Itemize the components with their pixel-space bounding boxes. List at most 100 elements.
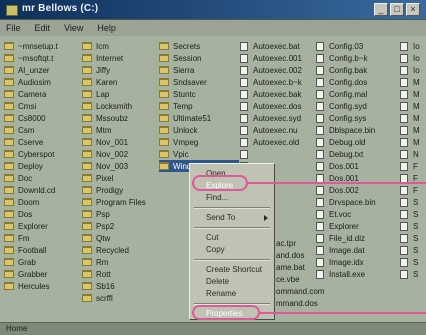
folder-item[interactable]: Nov_003	[82, 160, 158, 172]
folder-item[interactable]: Camera	[4, 88, 80, 100]
folder-item[interactable]: Recycled	[82, 244, 158, 256]
folder-item[interactable]: Icm	[82, 40, 158, 52]
file-item[interactable]: S	[400, 244, 426, 256]
context-menu-delete[interactable]: Delete	[190, 276, 274, 288]
folder-item[interactable]: Downld.cd	[4, 184, 80, 196]
folder-item[interactable]: Fm	[4, 232, 80, 244]
folder-item[interactable]: Doom	[4, 196, 80, 208]
file-item[interactable]: Image.idx	[316, 256, 398, 268]
minimize-button[interactable]: _	[374, 3, 388, 16]
folder-item[interactable]: ~mnsetup.t	[4, 40, 80, 52]
file-item[interactable]: M	[400, 136, 426, 148]
file-item[interactable]: Debug.txt	[316, 148, 398, 160]
context-menu-rename[interactable]: Rename	[190, 288, 274, 300]
folder-item[interactable]: Karen	[82, 76, 158, 88]
file-item[interactable]: Autoexec.bat	[240, 40, 314, 52]
file-item[interactable]: M	[400, 76, 426, 88]
folder-item[interactable]: Vpic	[159, 148, 239, 160]
folder-item[interactable]: Qtw	[82, 232, 158, 244]
folder-item[interactable]: Lap	[82, 88, 158, 100]
file-item[interactable]: S	[400, 196, 426, 208]
file-item[interactable]: Explorer	[316, 220, 398, 232]
file-item[interactable]: Dos.002	[316, 184, 398, 196]
context-menu-send-to[interactable]: Send To	[190, 212, 274, 224]
file-item[interactable]: Autoexec.nu	[240, 124, 314, 136]
folder-item[interactable]: Mssoubz	[82, 112, 158, 124]
folder-item[interactable]: Psp	[82, 208, 158, 220]
menu-view[interactable]: View	[64, 23, 83, 33]
folder-item[interactable]: Sb16	[82, 280, 158, 292]
file-item[interactable]: Config.dos	[316, 76, 398, 88]
file-item[interactable]: Drvspace.bin	[316, 196, 398, 208]
file-item[interactable]: Io	[400, 64, 426, 76]
file-item[interactable]: Autoexec.002	[240, 64, 314, 76]
file-item[interactable]: S	[400, 208, 426, 220]
folder-item[interactable]: Jiffy	[82, 64, 158, 76]
folder-item[interactable]: Ultimate51	[159, 112, 239, 124]
file-item[interactable]: Autoexec.b~k	[240, 76, 314, 88]
file-item[interactable]: M	[400, 88, 426, 100]
file-item[interactable]: Autoexec.001	[240, 52, 314, 64]
context-menu-find[interactable]: Find...	[190, 192, 274, 204]
context-menu-create-shortcut[interactable]: Create Shortcut	[190, 264, 274, 276]
folder-item[interactable]: Locksmith	[82, 100, 158, 112]
file-item[interactable]: File_id.diz	[316, 232, 398, 244]
folder-item[interactable]: Program Files	[82, 196, 158, 208]
folder-item[interactable]: Al_unzer	[4, 64, 80, 76]
context-menu-cut[interactable]: Cut	[190, 232, 274, 244]
folder-item[interactable]: Dos	[4, 208, 80, 220]
file-item[interactable]: Image.dat	[316, 244, 398, 256]
folder-item[interactable]: Secrets	[159, 40, 239, 52]
file-item[interactable]: S	[400, 220, 426, 232]
file-item[interactable]: Install.exe	[316, 268, 398, 280]
folder-item[interactable]: Grabber	[4, 268, 80, 280]
maximize-button[interactable]: □	[390, 3, 404, 16]
folder-item[interactable]: Rott	[82, 268, 158, 280]
folder-item[interactable]: Stuntc	[159, 88, 239, 100]
file-item[interactable]: Config.syd	[316, 100, 398, 112]
folder-item[interactable]: scrffl	[82, 292, 158, 304]
folder-item[interactable]: Mtm	[82, 124, 158, 136]
menu-help[interactable]: Help	[97, 23, 116, 33]
folder-item[interactable]: Rm	[82, 256, 158, 268]
file-item[interactable]: Autoexec.bak	[240, 88, 314, 100]
title-bar[interactable]: mr Bellows (C:) _ □ ×	[0, 0, 426, 20]
file-item[interactable]: M	[400, 100, 426, 112]
file-item[interactable]	[240, 148, 314, 160]
folder-item[interactable]: Nov_001	[82, 136, 158, 148]
folder-item[interactable]: Psp2	[82, 220, 158, 232]
folder-item[interactable]: Grab	[4, 256, 80, 268]
file-item[interactable]: Debug.old	[316, 136, 398, 148]
folder-item[interactable]: Pixel	[82, 172, 158, 184]
file-item[interactable]: Config.mal	[316, 88, 398, 100]
folder-item[interactable]: Doc	[4, 172, 80, 184]
file-item[interactable]: S	[400, 268, 426, 280]
file-item[interactable]: F	[400, 160, 426, 172]
folder-item[interactable]: Cmsi	[4, 100, 80, 112]
folder-item[interactable]: Temp	[159, 100, 239, 112]
file-item[interactable]: S	[400, 232, 426, 244]
folder-item[interactable]: Explorer	[4, 220, 80, 232]
folder-item[interactable]: Cyberspot	[4, 148, 80, 160]
folder-item[interactable]: Prodigy	[82, 184, 158, 196]
file-item[interactable]: S	[400, 256, 426, 268]
menu-edit[interactable]: Edit	[35, 23, 51, 33]
folder-item[interactable]: Cs8000	[4, 112, 80, 124]
file-item[interactable]: Dblspace.bin	[316, 124, 398, 136]
file-item[interactable]: Config.b~k	[316, 52, 398, 64]
folder-item[interactable]: Deploy	[4, 160, 80, 172]
file-item[interactable]: N	[400, 148, 426, 160]
file-item[interactable]: Dos.001	[316, 160, 398, 172]
file-item[interactable]: Autoexec.old	[240, 136, 314, 148]
folder-item[interactable]: Sndsaver	[159, 76, 239, 88]
file-item[interactable]: M	[400, 112, 426, 124]
folder-item[interactable]: Internet	[82, 52, 158, 64]
file-item[interactable]: Io	[400, 52, 426, 64]
file-item[interactable]: Autoexec.syd	[240, 112, 314, 124]
folder-item[interactable]: Csm	[4, 124, 80, 136]
folder-item[interactable]: Cserve	[4, 136, 80, 148]
file-item[interactable]: F	[400, 184, 426, 196]
folder-item[interactable]: Vmpeg	[159, 136, 239, 148]
menu-file[interactable]: File	[6, 23, 21, 33]
file-item[interactable]: Et.voc	[316, 208, 398, 220]
